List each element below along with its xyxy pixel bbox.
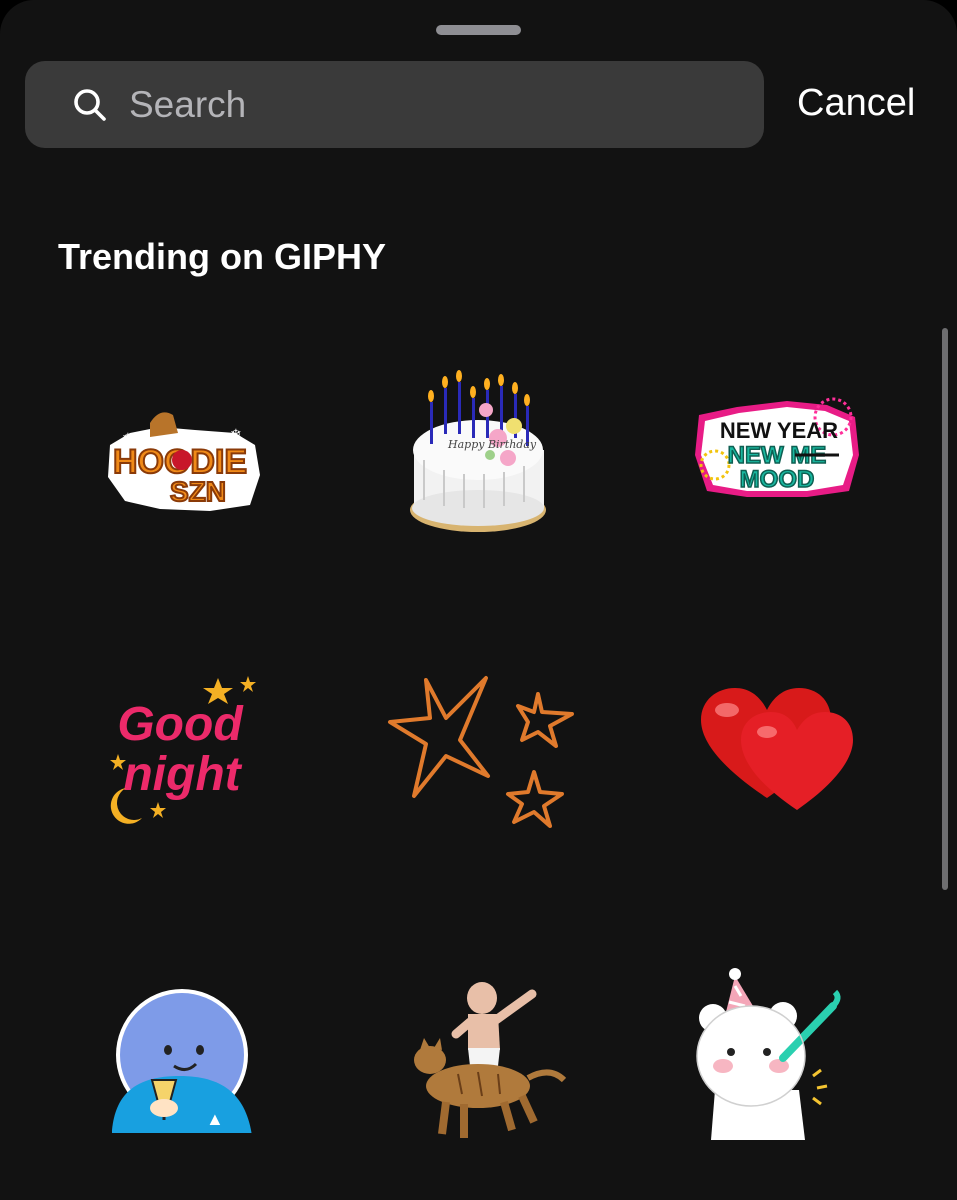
sticker-hoodie-szn[interactable]: HOODIE SZN ❄ ❄ ❄ bbox=[30, 315, 330, 615]
svg-text:❄: ❄ bbox=[230, 426, 242, 442]
mood-text: MOOD bbox=[740, 466, 815, 493]
night-text: night bbox=[123, 748, 242, 801]
svg-text:▲: ▲ bbox=[206, 1109, 224, 1129]
sticker-good-night[interactable]: Good night bbox=[30, 600, 330, 900]
svg-text:❄: ❄ bbox=[122, 430, 134, 446]
sticker-blue-character[interactable]: ▲ bbox=[30, 880, 330, 1180]
cake-text: Happy Birthday bbox=[447, 438, 537, 451]
new-year-text: NEW YEAR bbox=[720, 418, 838, 443]
sticker-party-bear[interactable] bbox=[627, 880, 927, 1180]
sticker-birthday-cake[interactable]: Happy Birthday bbox=[328, 310, 628, 610]
sticker-baby-riding-cat[interactable] bbox=[328, 890, 628, 1190]
sticker-grid: HOODIE SZN ❄ ❄ ❄ bbox=[0, 0, 957, 1200]
svg-text:❄: ❄ bbox=[236, 492, 248, 508]
szn-text: SZN bbox=[170, 476, 226, 507]
sticker-red-hearts[interactable] bbox=[627, 600, 927, 900]
good-text: Good bbox=[117, 698, 244, 751]
giphy-sticker-sheet: Cancel Trending on GIPHY HOODIE SZN ❄ ❄ … bbox=[0, 0, 957, 1200]
sticker-orange-stars[interactable] bbox=[328, 600, 628, 900]
sticker-new-year-mood[interactable]: NEW YEAR NEW ME MOOD bbox=[627, 305, 927, 605]
